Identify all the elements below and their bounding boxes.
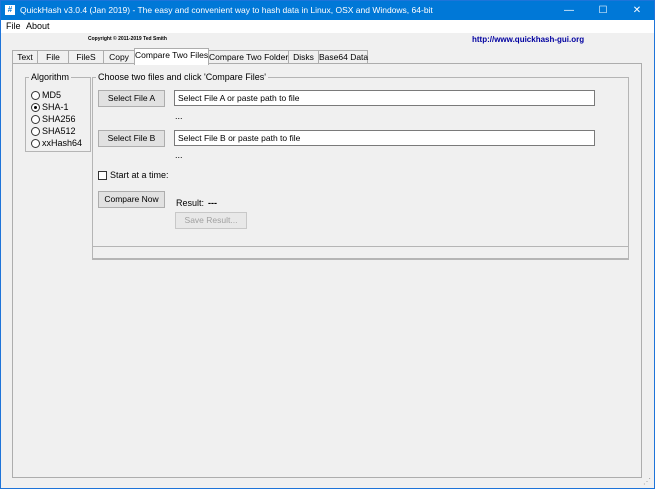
tab-base64-data[interactable]: Base64 Data <box>318 50 368 64</box>
website-link[interactable]: http://www.quickhash-gui.org <box>472 35 584 44</box>
file-a-path-input[interactable]: Select File A or paste path to file <box>174 90 595 106</box>
result-label: Result: <box>176 198 205 208</box>
maximize-icon[interactable]: ☐ <box>586 1 620 20</box>
title-bar[interactable]: # QuickHash v3.0.4 (Jan 2019) - The easy… <box>1 1 654 20</box>
status-bar <box>92 246 629 259</box>
compare-now-button[interactable]: Compare Now <box>98 191 165 208</box>
radio-xxhash64-label: xxHash64 <box>42 138 83 148</box>
radio-md5[interactable] <box>31 91 40 100</box>
window-title: QuickHash v3.0.4 (Jan 2019) - The easy a… <box>20 5 433 15</box>
algorithm-group-title: Algorithm <box>29 72 72 82</box>
radio-xxhash64[interactable] <box>31 139 40 148</box>
compare-two-files-panel: Algorithm MD5 SHA-1 SHA256 SHA512 xxHash… <box>12 63 642 478</box>
tab-compare-two-folders[interactable]: Compare Two Folders <box>208 50 292 64</box>
file-a-hash-label: ... <box>175 111 183 121</box>
start-at-time-checkbox[interactable] <box>98 171 107 180</box>
menu-file[interactable]: File <box>6 21 21 31</box>
start-at-time-label: Start at a time: <box>110 170 169 180</box>
save-result-button[interactable]: Save Result... <box>175 212 247 229</box>
select-file-b-button[interactable]: Select File B <box>98 130 165 147</box>
result-value: --- <box>208 198 217 208</box>
radio-md5-label: MD5 <box>42 90 62 100</box>
tab-compare-two-files[interactable]: Compare Two Files <box>134 48 209 65</box>
file-b-path-input[interactable]: Select File B or paste path to file <box>174 130 595 146</box>
resize-grip-icon[interactable]: ⋰ <box>643 478 651 486</box>
close-icon[interactable]: ✕ <box>620 1 654 20</box>
radio-sha512[interactable] <box>31 127 40 136</box>
radio-sha1-label: SHA-1 <box>42 102 69 112</box>
app-icon: # <box>5 5 15 15</box>
radio-sha1[interactable] <box>31 103 40 112</box>
tab-files[interactable]: FileS <box>68 50 104 64</box>
menu-bar: File About <box>1 20 654 33</box>
radio-sha256[interactable] <box>31 115 40 124</box>
tab-text[interactable]: Text <box>12 50 38 64</box>
select-file-a-button[interactable]: Select File A <box>98 90 165 107</box>
tab-disks[interactable]: Disks <box>288 50 319 64</box>
app-window: # QuickHash v3.0.4 (Jan 2019) - The easy… <box>0 0 655 489</box>
compare-group-title: Choose two files and click 'Compare File… <box>96 72 269 82</box>
tab-file[interactable]: File <box>37 50 69 64</box>
file-b-hash-label: ... <box>175 150 183 160</box>
minimize-icon[interactable]: — <box>552 1 586 20</box>
copyright-label: Copyright © 2011-2019 Ted Smith <box>88 36 167 42</box>
radio-sha512-label: SHA512 <box>42 126 76 136</box>
tab-copy[interactable]: Copy <box>103 50 135 64</box>
radio-sha256-label: SHA256 <box>42 114 76 124</box>
menu-about[interactable]: About <box>26 21 50 31</box>
